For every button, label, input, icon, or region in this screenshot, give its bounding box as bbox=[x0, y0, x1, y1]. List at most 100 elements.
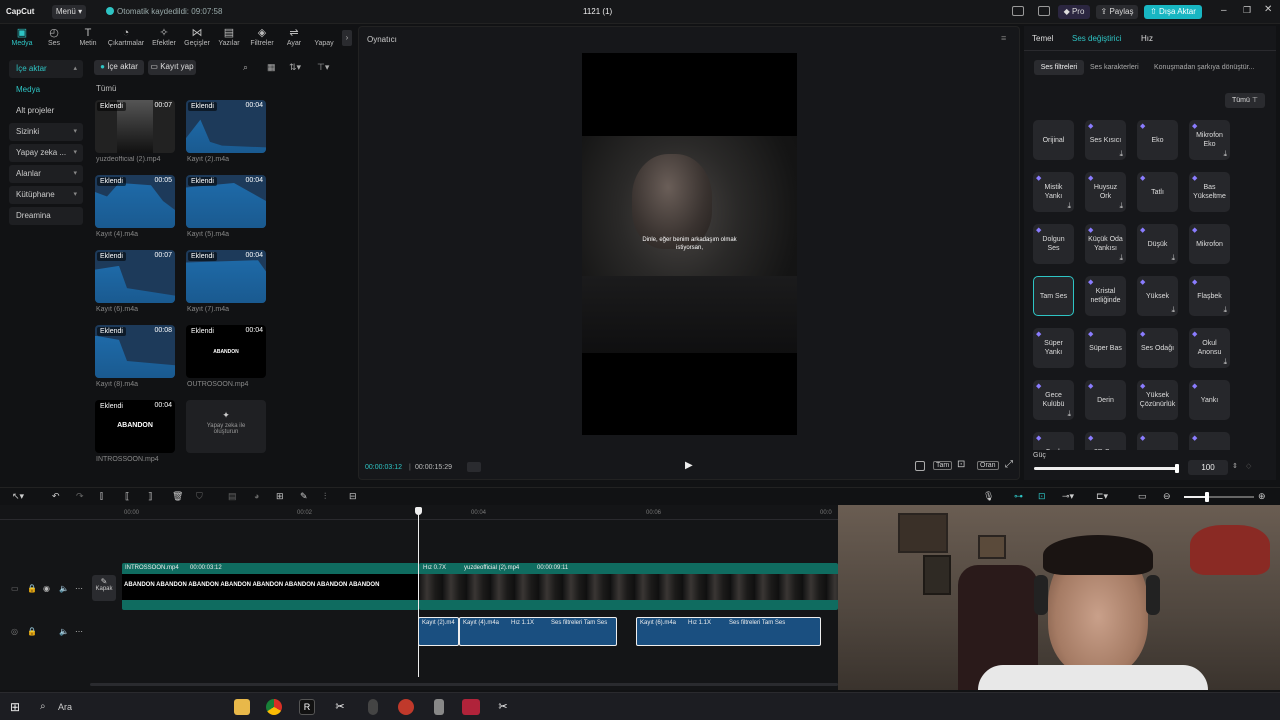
voice-effect-item[interactable]: Orijinal bbox=[1033, 120, 1074, 160]
nav-spaces[interactable]: Alanlar ▾ bbox=[9, 165, 83, 183]
zoom-slider[interactable] bbox=[1184, 492, 1254, 502]
snap-icon[interactable]: ⊡ bbox=[1038, 491, 1046, 502]
redo-icon[interactable]: ↷ bbox=[76, 491, 84, 502]
download-icon[interactable]: ⤓ bbox=[1067, 201, 1071, 210]
voice-effect-item[interactable]: ◆ Küçük Oda Yankısı ⤓ bbox=[1085, 224, 1126, 264]
media-item[interactable]: Eklendi 00:07 bbox=[95, 100, 175, 153]
play-icon[interactable]: ▶ bbox=[685, 460, 693, 471]
ai-create-button[interactable]: ✦ Yapay zeka ile oluşturun bbox=[186, 400, 266, 453]
capcut-icon[interactable]: ✂ bbox=[495, 699, 511, 715]
video-clip[interactable]: Hız 0.7X yuzdeofficial (2).mp4 00:00:09:… bbox=[419, 563, 838, 610]
voice-effect-item[interactable]: ◆ Yüksek ⤓ bbox=[1137, 276, 1178, 316]
freeze-icon[interactable]: ⊞ bbox=[276, 491, 284, 502]
track-options-icon[interactable]: ⊏▾ bbox=[1096, 491, 1108, 502]
voice-effect-item[interactable]: ◆ Ses Odağı bbox=[1137, 328, 1178, 368]
nav-media[interactable]: Medya bbox=[9, 81, 83, 99]
capcut-icon[interactable]: ✂ bbox=[332, 699, 348, 715]
menu-icon[interactable]: ≡ bbox=[1001, 33, 1006, 43]
microphone-app-icon[interactable] bbox=[368, 699, 378, 715]
close-icon[interactable]: ✕ bbox=[1264, 4, 1272, 15]
chevron-right-icon[interactable]: › bbox=[342, 30, 352, 46]
zoom-out-icon[interactable]: ⊖ bbox=[1163, 491, 1171, 502]
trim-left-icon[interactable]: ⟦ bbox=[125, 491, 129, 502]
media-item[interactable]: Eklendi 00:04 bbox=[186, 175, 266, 228]
voice-effect-item[interactable]: ◆ Mikrofon Eko ⤓ bbox=[1189, 120, 1230, 160]
grid-view-icon[interactable]: ▦ bbox=[267, 62, 276, 73]
pro-button[interactable]: ◆ Pro bbox=[1058, 5, 1090, 19]
audio-track-icon[interactable]: ◎ bbox=[11, 627, 18, 636]
tool-audio[interactable]: ◴ Ses bbox=[36, 27, 72, 51]
maximize-icon[interactable]: ❐ bbox=[1243, 5, 1251, 16]
windows-start-icon[interactable]: ⊞ bbox=[10, 700, 20, 714]
download-icon[interactable]: ⤓ bbox=[1223, 357, 1227, 366]
more-icon[interactable]: ⋯ bbox=[75, 584, 83, 593]
download-icon[interactable]: ⤓ bbox=[1171, 253, 1175, 262]
horizontal-scrollbar[interactable] bbox=[90, 683, 838, 686]
nav-yours[interactable]: Sizinki ▾ bbox=[9, 123, 83, 141]
caption-track-icon[interactable]: ▭ bbox=[1138, 491, 1147, 502]
more-icon[interactable]: ⋯ bbox=[75, 627, 83, 636]
minimize-icon[interactable]: – bbox=[1221, 5, 1227, 16]
voice-effect-item[interactable]: ◆ Yankı bbox=[1189, 380, 1230, 420]
media-item[interactable]: Eklendi 00:04 bbox=[186, 100, 266, 153]
tool-captions[interactable]: ▤ Yazılar bbox=[211, 27, 247, 51]
subtab-filters[interactable]: Ses filtreleri bbox=[1034, 60, 1084, 75]
media-item[interactable]: Eklendi 00:07 bbox=[95, 250, 175, 303]
full-button[interactable]: Tam bbox=[933, 461, 953, 470]
tool-text[interactable]: T Metin bbox=[70, 27, 106, 51]
color-icon[interactable]: ◕ bbox=[254, 491, 259, 501]
voice-effect-item[interactable]: ◆ Tatlı bbox=[1137, 172, 1178, 212]
cover-button[interactable]: ✎ Kapak bbox=[92, 575, 116, 601]
file-explorer-icon[interactable] bbox=[234, 699, 250, 715]
lock-icon[interactable]: 🔒 bbox=[27, 584, 37, 593]
audio-clip[interactable]: Kayıt (2).m4 bbox=[418, 617, 459, 646]
voice-effect-item[interactable]: ◆ Süper Bas bbox=[1085, 328, 1126, 368]
lock-icon[interactable]: 🔒 bbox=[27, 627, 37, 636]
split-icon[interactable]: ⫿ bbox=[100, 491, 103, 502]
search-icon[interactable]: ⌕ bbox=[40, 701, 46, 712]
caption-icon[interactable]: ▤ bbox=[228, 491, 237, 502]
keyframe-icon[interactable]: ◇ bbox=[1246, 462, 1251, 470]
select-tool-icon[interactable]: ↖▾ bbox=[12, 491, 24, 502]
playhead[interactable] bbox=[418, 507, 419, 677]
download-icon[interactable]: ⤓ bbox=[1119, 201, 1123, 210]
filter-icon[interactable]: ⊤▾ bbox=[317, 62, 329, 73]
menu-button[interactable]: Menü ▾ bbox=[52, 5, 86, 19]
download-icon[interactable]: ⤓ bbox=[1171, 305, 1175, 314]
record-app-icon[interactable] bbox=[398, 699, 414, 715]
voice-effect-item[interactable]: Tam Ses bbox=[1033, 276, 1074, 316]
shield-icon[interactable]: ⛉ bbox=[196, 491, 203, 502]
tab-basic[interactable]: Temel bbox=[1032, 34, 1053, 43]
trim-right-icon[interactable]: ⟧ bbox=[148, 491, 152, 502]
voice-effect-item[interactable]: ◆ Eko bbox=[1137, 120, 1178, 160]
download-icon[interactable]: ⤓ bbox=[1119, 253, 1123, 262]
media-item[interactable]: ABANDON Eklendi 00:04 bbox=[186, 325, 266, 378]
ratio-button[interactable]: Oran bbox=[977, 461, 999, 470]
voice-effect-item[interactable]: ◆ Mistik Yankı ⤓ bbox=[1033, 172, 1074, 212]
power-value-input[interactable]: 100 bbox=[1188, 460, 1228, 475]
playhead-handle[interactable] bbox=[415, 507, 422, 515]
tool-transitions[interactable]: ⋈ Geçişler bbox=[179, 27, 215, 51]
preview-axis-icon[interactable]: ⊸▾ bbox=[1062, 491, 1074, 502]
ai-edit-icon[interactable]: ✎ bbox=[300, 491, 308, 502]
audio-waveform-icon[interactable]: ⫶ bbox=[324, 491, 326, 502]
download-icon[interactable]: ⤓ bbox=[1067, 409, 1071, 418]
voice-effect-item[interactable]: ◆ Ses Kısıcı ⤓ bbox=[1085, 120, 1126, 160]
track-thumbnail-icon[interactable]: ▭ bbox=[11, 584, 19, 593]
nav-ai[interactable]: Yapay zeka ... ▾ bbox=[9, 144, 83, 162]
nav-subprojects[interactable]: Alt projeler bbox=[9, 102, 83, 120]
download-icon[interactable]: ⤓ bbox=[1223, 149, 1227, 158]
delete-icon[interactable]: 🗑 bbox=[172, 491, 183, 502]
audio-clip[interactable]: Kayıt (4).m4a Hız 1.1X Ses filtreleri Ta… bbox=[459, 617, 617, 646]
voice-effect-item[interactable]: ◆ Düşük ⤓ bbox=[1137, 224, 1178, 264]
voice-effect-item[interactable]: ◆ Derin bbox=[1085, 380, 1126, 420]
voice-effect-item[interactable]: ◆ bbox=[1137, 432, 1178, 450]
voice-effect-item[interactable]: ◆ Gece Kulübü ⤓ bbox=[1033, 380, 1074, 420]
voice-effect-item[interactable]: ◆ Okul Anonsu ⤓ bbox=[1189, 328, 1230, 368]
subtab-speech-to-song[interactable]: Konuşmadan şarkıya dönüştür... bbox=[1154, 64, 1254, 71]
mic-app-icon[interactable] bbox=[434, 699, 444, 715]
nav-dreamina[interactable]: Dreamina bbox=[9, 207, 83, 225]
microphone-icon[interactable]: 🎙 bbox=[983, 491, 994, 502]
tool-media[interactable]: ▣ Medya bbox=[4, 27, 40, 51]
r-app-icon[interactable]: R bbox=[299, 699, 315, 715]
